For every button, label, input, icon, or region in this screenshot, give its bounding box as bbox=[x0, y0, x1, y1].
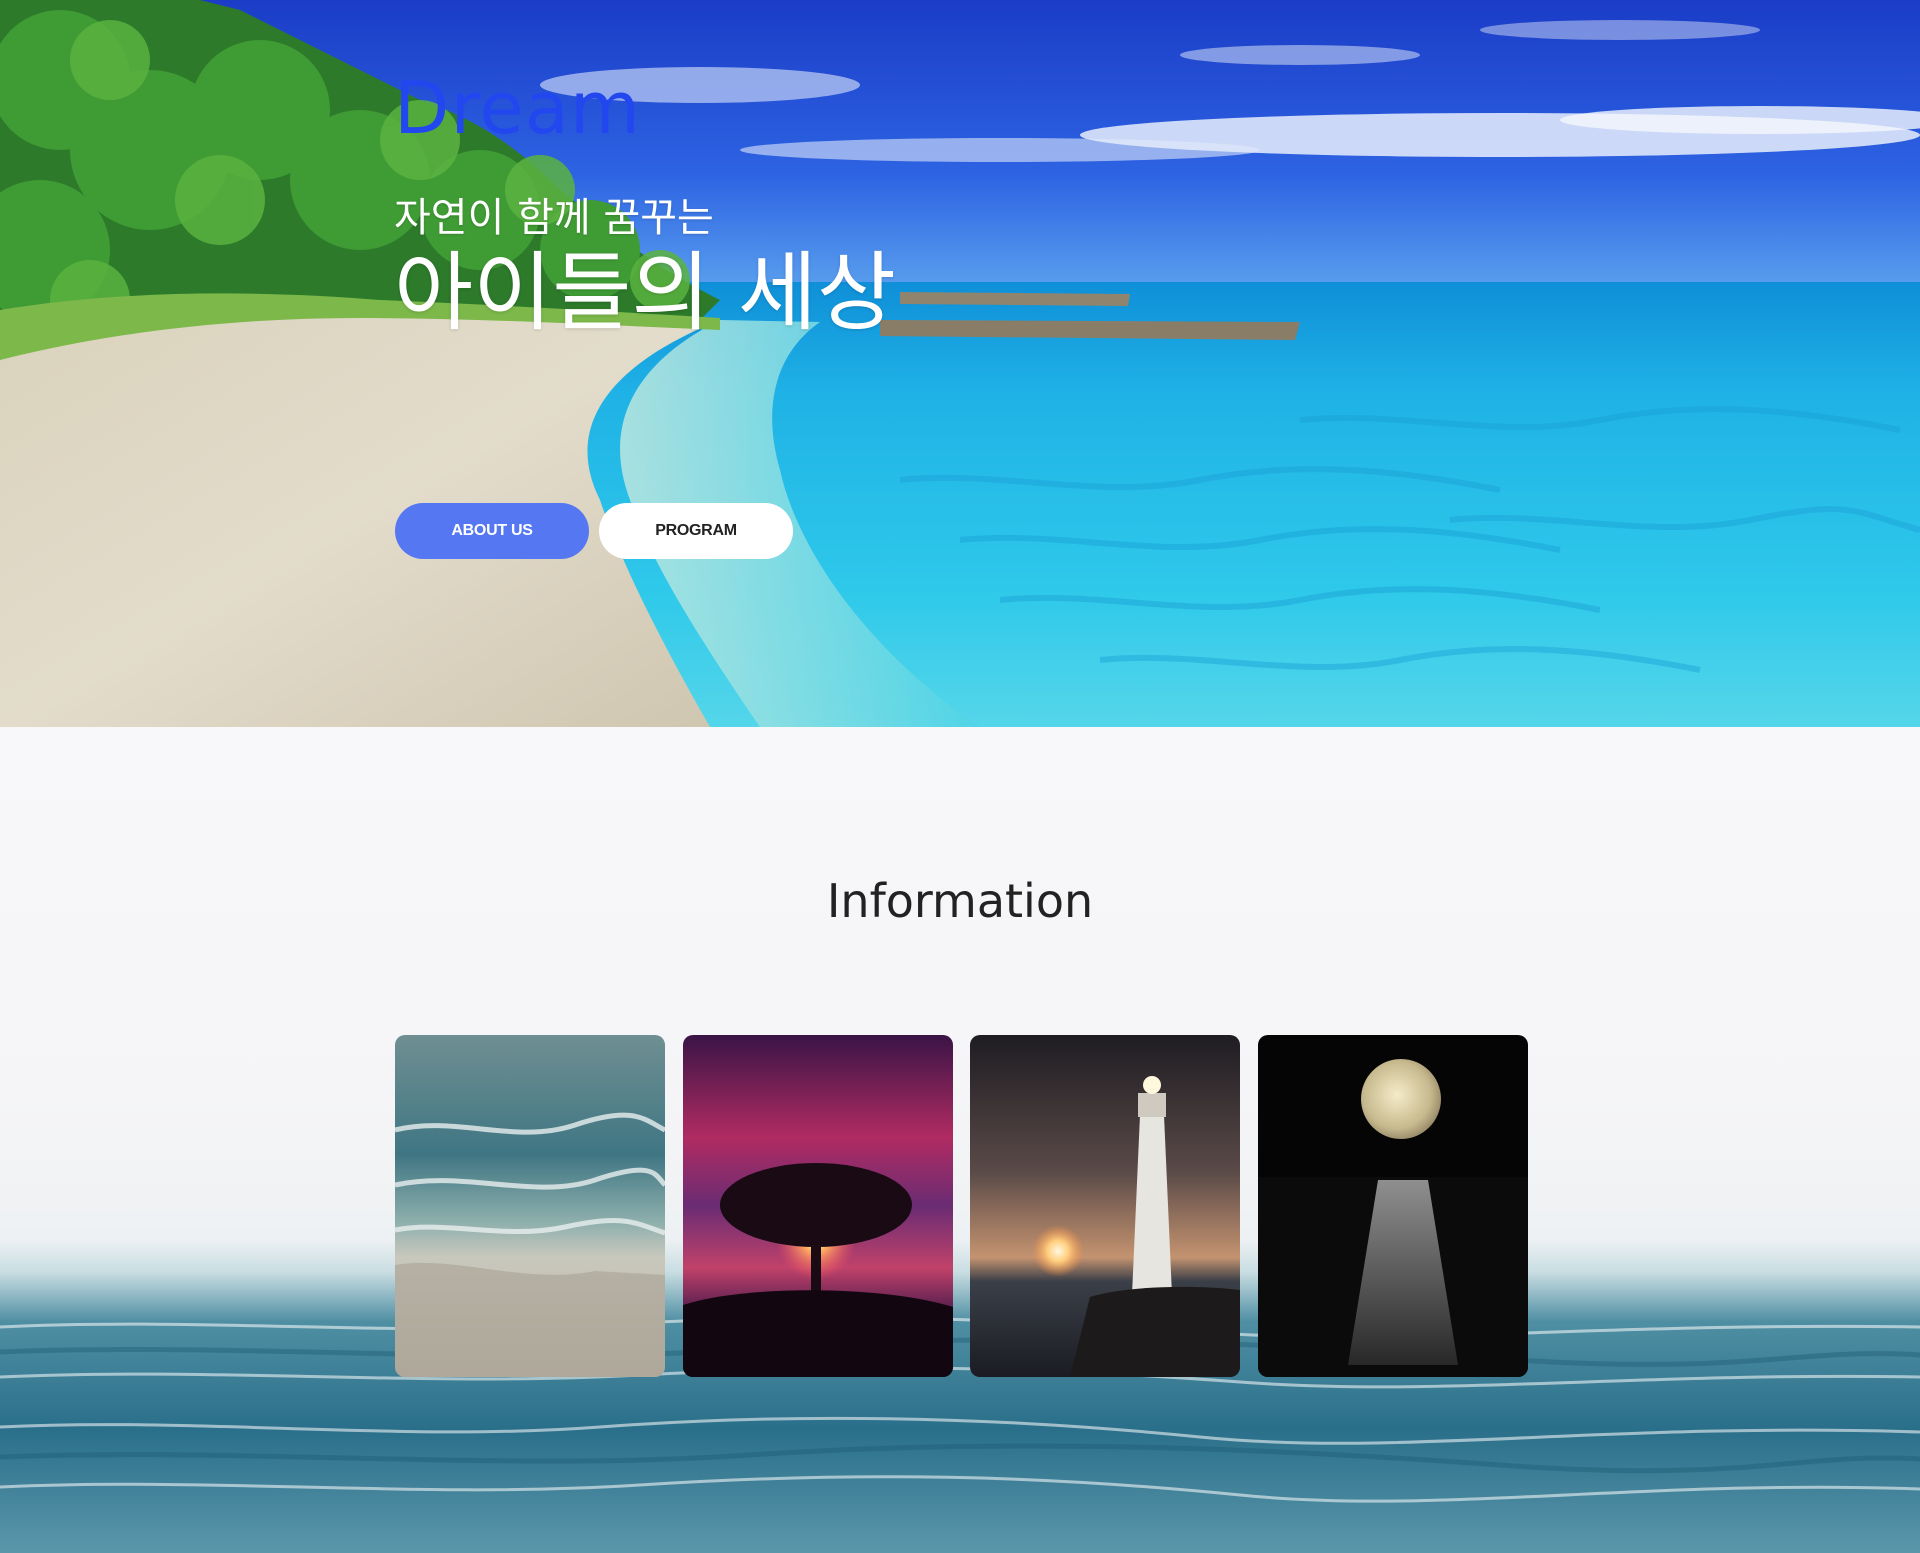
page: Dream 자연이 함께 꿈꾸는 아이들의 세상 ABOUT US PROGRA… bbox=[0, 0, 1920, 1553]
info-card-ocean-waves[interactable] bbox=[395, 1035, 665, 1377]
about-us-button[interactable]: ABOUT US bbox=[395, 503, 589, 559]
brand-logo[interactable]: Dream bbox=[394, 72, 641, 144]
program-button[interactable]: PROGRAM bbox=[599, 503, 793, 559]
info-card-lighthouse[interactable] bbox=[970, 1035, 1240, 1377]
hero-section: Dream 자연이 함께 꿈꾸는 아이들의 세상 ABOUT US PROGRA… bbox=[0, 0, 1920, 727]
hero-beach-image bbox=[0, 0, 1920, 727]
info-card-moon-sea[interactable] bbox=[1258, 1035, 1528, 1377]
tree-sunset-image bbox=[683, 1035, 953, 1377]
lighthouse-image bbox=[970, 1035, 1240, 1377]
hero-tagline-small: 자연이 함께 꿈꾸는 bbox=[394, 195, 714, 241]
info-card-tree-sunset[interactable] bbox=[683, 1035, 953, 1377]
hero-tagline-big: 아이들의 세상 bbox=[394, 243, 897, 343]
ocean-waves-image bbox=[395, 1035, 665, 1377]
information-section: Information bbox=[0, 727, 1920, 1553]
information-ocean-background bbox=[0, 727, 1920, 1553]
moon-sea-image bbox=[1258, 1035, 1528, 1377]
information-title: Information bbox=[826, 874, 1094, 928]
